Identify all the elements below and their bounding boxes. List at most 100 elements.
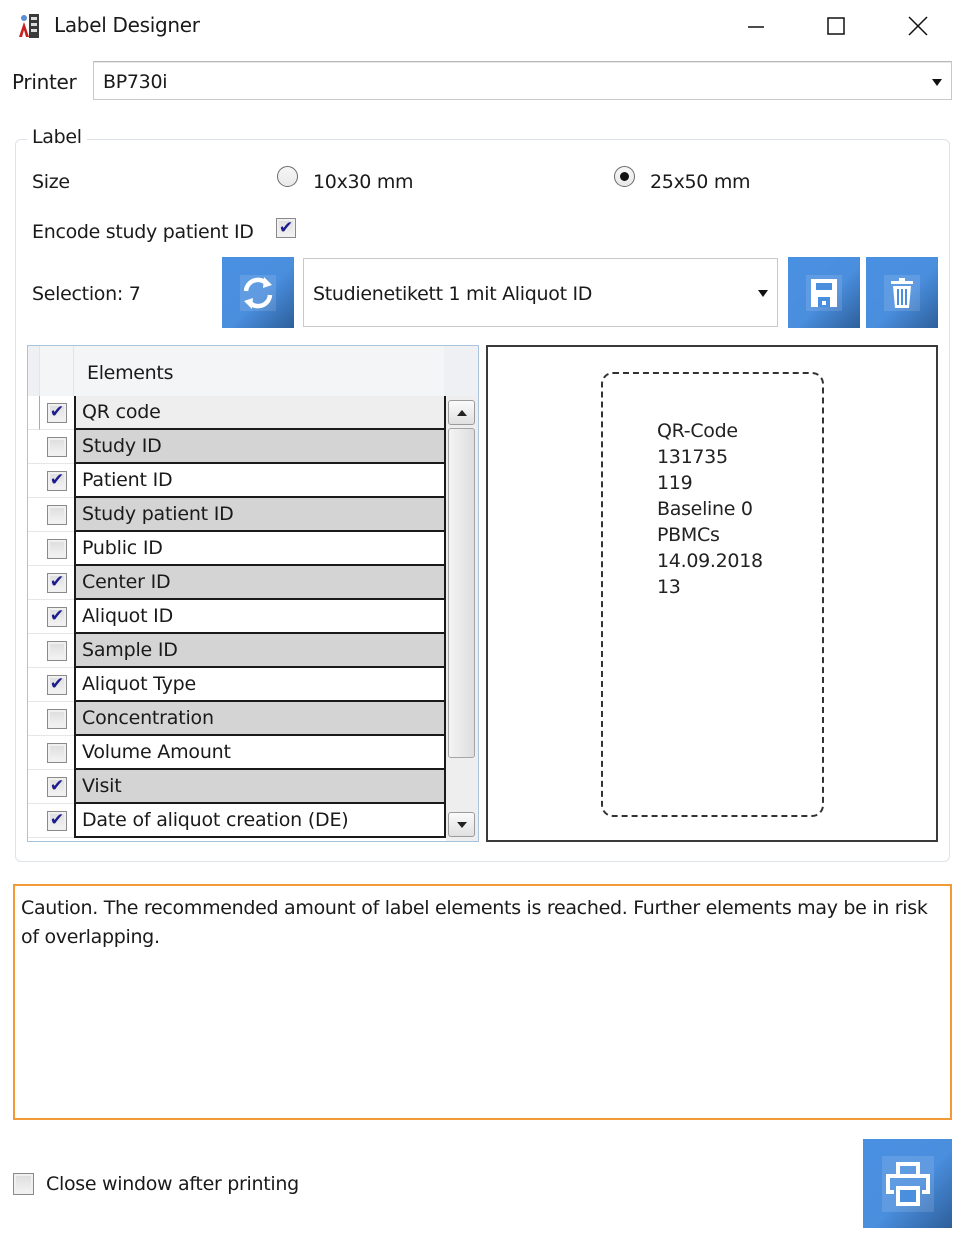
row-selector[interactable] — [28, 430, 40, 464]
close-button[interactable] — [896, 8, 940, 44]
header-filler — [444, 346, 478, 396]
delete-template-button[interactable] — [866, 257, 938, 328]
element-checkbox[interactable]: ✔ — [47, 742, 67, 763]
elements-scrollbar[interactable] — [446, 396, 478, 841]
element-row[interactable]: ✔ Study patient ID — [28, 498, 446, 532]
printer-dropdown[interactable]: BP730i — [93, 61, 952, 100]
checkmark-icon: ✔ — [278, 217, 294, 238]
element-row[interactable]: ✔ Public ID — [28, 532, 446, 566]
row-selector[interactable] — [28, 532, 40, 566]
row-selector[interactable] — [28, 634, 40, 668]
elements-grid[interactable]: Elements ✔ QR code ✔ Study ID ✔ Patient ID ✔ St… — [27, 345, 479, 842]
encode-study-patient-id-label: Encode study patient ID — [32, 221, 254, 243]
element-name[interactable]: Aliquot ID — [74, 600, 446, 634]
element-name[interactable]: Date of aliquot creation (DE) — [74, 804, 446, 838]
row-selector[interactable] — [28, 736, 40, 770]
preview-line: 131735 — [657, 446, 728, 468]
element-checkbox[interactable]: ✔ — [47, 606, 67, 627]
encode-study-patient-id-checkbox[interactable]: ✔ — [276, 218, 296, 238]
elements-column-header[interactable]: Elements — [87, 362, 173, 384]
size-option-10x30-label[interactable]: 10x30 mm — [313, 171, 414, 193]
scrollbar-thumb[interactable] — [448, 428, 475, 758]
element-row[interactable]: ✔ Volume Amount — [28, 736, 446, 770]
element-checkbox-cell: ✔ — [40, 532, 74, 566]
maximize-icon — [827, 17, 845, 35]
row-selector[interactable] — [28, 396, 40, 430]
window-title: Label Designer — [54, 13, 200, 37]
element-name[interactable]: Patient ID — [74, 464, 446, 498]
row-selector[interactable] — [28, 804, 40, 838]
element-checkbox[interactable]: ✔ — [47, 640, 67, 661]
element-row[interactable]: ✔ Aliquot ID — [28, 600, 446, 634]
element-name[interactable]: Study ID — [74, 430, 446, 464]
element-checkbox[interactable]: ✔ — [47, 810, 67, 831]
save-icon — [806, 274, 842, 311]
row-selector[interactable] — [28, 498, 40, 532]
trash-icon — [884, 274, 920, 311]
row-selector[interactable] — [28, 600, 40, 634]
scroll-up-button[interactable] — [448, 400, 475, 425]
element-row[interactable]: ✔ QR code — [28, 396, 446, 430]
close-after-printing-label[interactable]: Close window after printing — [46, 1173, 299, 1195]
template-selected-value: Studienetikett 1 mit Aliquot ID — [313, 283, 593, 305]
element-name[interactable]: Sample ID — [74, 634, 446, 668]
size-radio-25x50[interactable] — [614, 166, 635, 187]
element-checkbox-cell: ✔ — [40, 566, 74, 600]
element-name[interactable]: Study patient ID — [74, 498, 446, 532]
row-selector[interactable] — [28, 668, 40, 702]
row-selector[interactable] — [28, 566, 40, 600]
element-checkbox[interactable]: ✔ — [47, 470, 67, 491]
element-name[interactable]: Public ID — [74, 532, 446, 566]
arrow-down-icon — [456, 821, 467, 828]
element-checkbox[interactable]: ✔ — [47, 402, 67, 423]
element-row[interactable]: ✔ Center ID — [28, 566, 446, 600]
element-checkbox[interactable]: ✔ — [47, 776, 67, 797]
element-checkbox[interactable]: ✔ — [47, 708, 67, 729]
element-name[interactable]: Center ID — [74, 566, 446, 600]
minimize-button[interactable] — [734, 8, 778, 44]
printer-label: Printer — [12, 70, 77, 94]
element-name[interactable]: Visit — [74, 770, 446, 804]
checkmark-icon: ✔ — [49, 402, 65, 422]
scroll-down-button[interactable] — [448, 812, 475, 837]
elements-rows: ✔ QR code ✔ Study ID ✔ Patient ID ✔ Study patie… — [28, 396, 446, 838]
element-checkbox[interactable]: ✔ — [47, 572, 67, 593]
element-checkbox[interactable]: ✔ — [47, 674, 67, 695]
size-option-25x50-label[interactable]: 25x50 mm — [650, 171, 751, 193]
refresh-icon — [240, 274, 276, 311]
element-row[interactable]: ✔ Aliquot Type — [28, 668, 446, 702]
close-after-printing-checkbox[interactable]: ✔ — [13, 1173, 34, 1195]
element-name[interactable]: Volume Amount — [74, 736, 446, 770]
element-checkbox-cell: ✔ — [40, 702, 74, 736]
element-row[interactable]: ✔ Concentration — [28, 702, 446, 736]
save-template-button[interactable] — [788, 257, 860, 328]
element-checkbox[interactable]: ✔ — [47, 538, 67, 559]
app-logo-icon — [16, 12, 42, 40]
warning-message-box: Caution. The recommended amount of label… — [13, 884, 952, 1120]
preview-line: 119 — [657, 472, 693, 494]
element-checkbox[interactable]: ✔ — [47, 436, 67, 457]
element-row[interactable]: ✔ Sample ID — [28, 634, 446, 668]
element-row[interactable]: ✔ Visit — [28, 770, 446, 804]
element-row[interactable]: ✔ Study ID — [28, 430, 446, 464]
size-radio-10x30[interactable] — [277, 166, 298, 187]
checkmark-icon: ✔ — [49, 470, 65, 490]
printer-selected-value: BP730i — [103, 71, 168, 93]
refresh-button[interactable] — [222, 257, 294, 328]
checkbox-column-header[interactable] — [40, 346, 74, 396]
element-row[interactable]: ✔ Date of aliquot creation (DE) — [28, 804, 446, 838]
row-selector[interactable] — [28, 464, 40, 498]
checkmark-icon: ✔ — [49, 606, 65, 626]
maximize-button[interactable] — [814, 8, 858, 44]
label-template-dropdown[interactable]: Studienetikett 1 mit Aliquot ID — [303, 258, 778, 327]
element-name[interactable]: Aliquot Type — [74, 668, 446, 702]
element-row[interactable]: ✔ Patient ID — [28, 464, 446, 498]
element-checkbox[interactable]: ✔ — [47, 504, 67, 525]
row-selector[interactable] — [28, 770, 40, 804]
row-selector[interactable] — [28, 702, 40, 736]
chevron-down-icon — [758, 290, 768, 297]
element-name[interactable]: Concentration — [74, 702, 446, 736]
element-name[interactable]: QR code — [74, 396, 446, 430]
preview-line: 13 — [657, 576, 681, 598]
print-button[interactable] — [863, 1139, 952, 1228]
